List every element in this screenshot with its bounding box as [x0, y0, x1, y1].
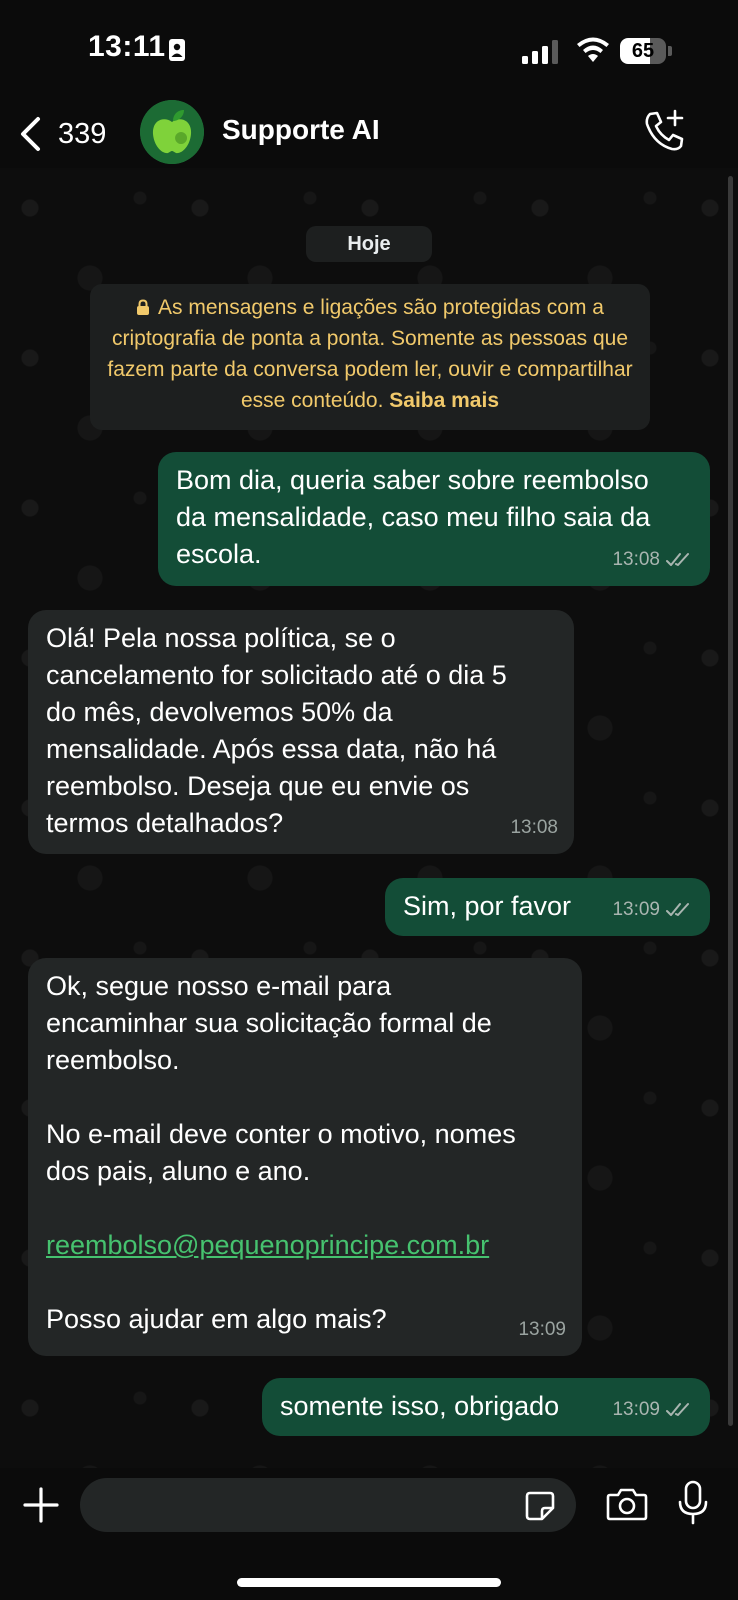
message-line: da mensalidade, caso meu filho saia da: [176, 502, 651, 532]
back-button[interactable]: 339: [18, 112, 138, 156]
message-bubble[interactable]: Olá! Pela nossa política, se o cancelame…: [28, 610, 574, 854]
message-line: Olá! Pela nossa política, se o: [46, 623, 396, 653]
contact-name[interactable]: Supporte AI: [222, 114, 380, 146]
encryption-notice[interactable]: As mensagens e ligações são protegidas c…: [90, 284, 650, 430]
message-line: termos detalhados?: [46, 808, 284, 838]
message-time: 13:08: [612, 549, 660, 570]
chat-scrollbar[interactable]: [728, 176, 733, 1426]
chat-header: 339 Supporte AI: [0, 100, 738, 168]
learn-more-link[interactable]: Saiba mais: [389, 389, 499, 412]
encryption-text: As mensagens e ligações são protegidas c…: [107, 296, 633, 412]
avatar[interactable]: [140, 100, 204, 164]
camera-icon[interactable]: [606, 1486, 648, 1522]
message-time: 13:08: [510, 817, 558, 838]
apple-logo-icon: [140, 100, 204, 164]
message-line: cancelamento for solicitado até o dia 5: [46, 660, 507, 690]
double-check-icon: [666, 1402, 689, 1416]
message-line: Bom dia, queria saber sobre reembolso: [176, 465, 649, 495]
message-meta: 13:08: [510, 809, 558, 846]
message-line: do mês, devolvemos 50% da: [46, 697, 393, 727]
message-time: 13:09: [612, 1399, 660, 1420]
add-call-icon[interactable]: [642, 108, 688, 154]
plus-icon[interactable]: [22, 1486, 60, 1524]
message-line: reembolso.: [46, 1045, 180, 1075]
microphone-icon[interactable]: [676, 1480, 710, 1526]
message-bubble[interactable]: somente isso, obrigado 13:09: [262, 1378, 710, 1436]
double-check-icon: [666, 902, 689, 916]
wifi-icon: [577, 37, 609, 62]
message-time: 13:09: [612, 899, 660, 920]
message-input[interactable]: [80, 1478, 576, 1532]
message-line: Posso ajudar em algo mais?: [46, 1304, 387, 1334]
lock-icon: [137, 299, 150, 315]
message-bubble[interactable]: Sim, por favor 13:09: [385, 878, 710, 936]
double-check-icon: [666, 552, 689, 566]
date-separator: Hoje: [306, 226, 432, 262]
status-bar: 13:11 65: [0, 0, 738, 100]
message-line: encaminhar sua solicitação formal de: [46, 1008, 492, 1038]
message-line: No e-mail deve conter o motivo, nomes: [46, 1119, 516, 1149]
email-link[interactable]: reembolso@pequenoprincipe.com.br: [46, 1227, 564, 1264]
message-meta: 13:09: [518, 1311, 566, 1348]
battery-percentage: 65: [631, 40, 655, 62]
message-meta: 13:09: [612, 891, 694, 928]
sticker-icon[interactable]: [524, 1490, 556, 1522]
signal-icon: [522, 40, 558, 64]
message-line: Ok, segue nosso e-mail para: [46, 971, 392, 1001]
message-time: 13:09: [518, 1319, 566, 1340]
status-time: 13:11: [88, 30, 166, 63]
unread-count: 339: [58, 117, 107, 150]
message-meta: 13:08: [612, 541, 694, 578]
home-indicator[interactable]: [237, 1578, 501, 1587]
message-line: mensalidade. Após essa data, não há: [46, 734, 497, 764]
battery-icon: 65: [620, 38, 672, 64]
message-line: dos pais, aluno e ano.: [46, 1156, 311, 1186]
back-chevron-icon: [21, 117, 40, 151]
id-badge-icon: [169, 39, 185, 61]
message-bubble[interactable]: Bom dia, queria saber sobre reembolso da…: [158, 452, 710, 586]
message-bubble[interactable]: Ok, segue nosso e-mail para encaminhar s…: [28, 958, 582, 1356]
message-line: reembolso. Deseja que eu envie os: [46, 771, 470, 801]
message-meta: 13:09: [612, 1391, 694, 1428]
